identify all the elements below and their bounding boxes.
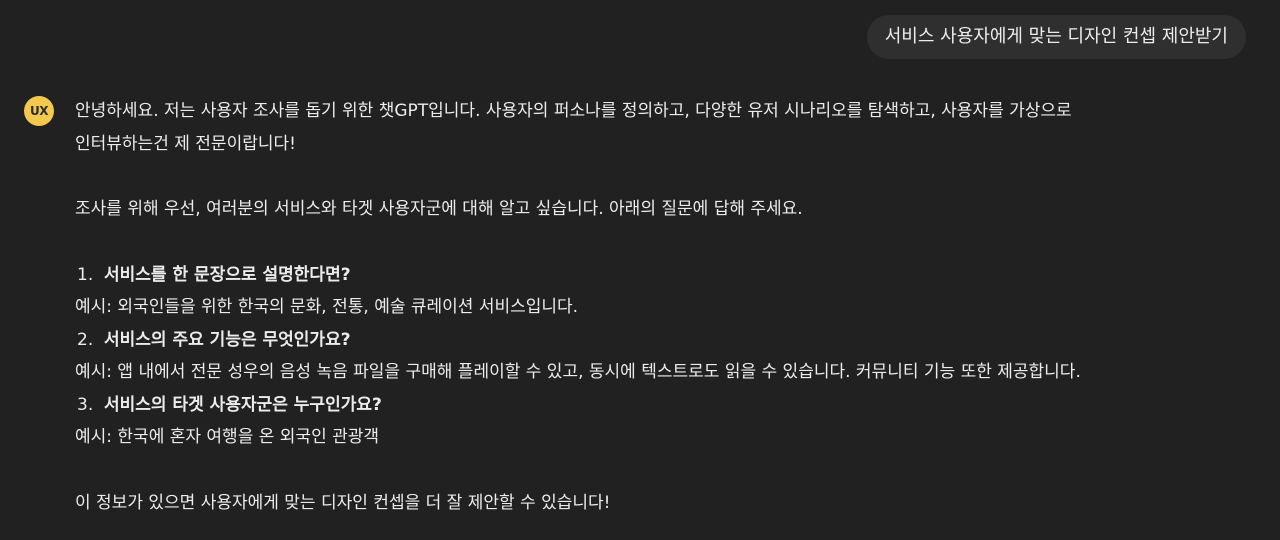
question-text: 서비스를 한 문장으로 설명한다면? xyxy=(104,264,351,285)
question-1: 1. 서비스를 한 문장으로 설명한다면? xyxy=(75,259,1255,292)
chat-view: 서비스 사용자에게 맞는 디자인 컨셉 제안받기 UX 안녕하세요. 저는 사용… xyxy=(0,0,1280,540)
intro-line-2: 인터뷰하는건 제 전문이랍니다! xyxy=(75,133,296,154)
request-text: 조사를 위해 우선, 여러분의 서비스와 타겟 사용자군에 대해 알고 싶습니다… xyxy=(75,199,803,219)
closing-text: 이 정보가 있으면 사용자에게 맞는 디자인 컨셉을 더 잘 제안할 수 있습니… xyxy=(75,492,611,513)
question-text: 서비스의 주요 기능은 무엇인가요? xyxy=(104,329,351,350)
intro-line-1: 안녕하세요. 저는 사용자 조사를 돕기 위한 챗GPT입니다. 사용자의 퍼소… xyxy=(75,101,1072,121)
example-2: 예시: 앱 내에서 전문 성우의 음성 녹음 파일을 구매해 플레이할 수 있고… xyxy=(75,362,1081,382)
question-3: 3. 서비스의 타겟 사용자군은 누구인가요? xyxy=(75,389,1255,422)
question-number: 1. xyxy=(77,264,94,285)
user-message-bubble: 서비스 사용자에게 맞는 디자인 컨셉 제안받기 xyxy=(866,15,1246,59)
question-text: 서비스의 타겟 사용자군은 누구인가요? xyxy=(104,394,382,415)
question-2: 2. 서비스의 주요 기능은 무엇인가요? xyxy=(75,324,1255,357)
assistant-avatar: UX xyxy=(24,96,54,126)
example-1: 예시: 외국인들을 위한 한국의 문화, 전통, 예술 큐레이션 서비스입니다. xyxy=(75,297,579,317)
example-3: 예시: 한국에 혼자 여행을 온 외국인 관광객 xyxy=(75,427,380,447)
question-number: 2. xyxy=(77,329,94,350)
assistant-message: 안녕하세요. 저는 사용자 조사를 돕기 위한 챗GPT입니다. 사용자의 퍼소… xyxy=(75,95,1255,519)
question-number: 3. xyxy=(77,394,94,415)
